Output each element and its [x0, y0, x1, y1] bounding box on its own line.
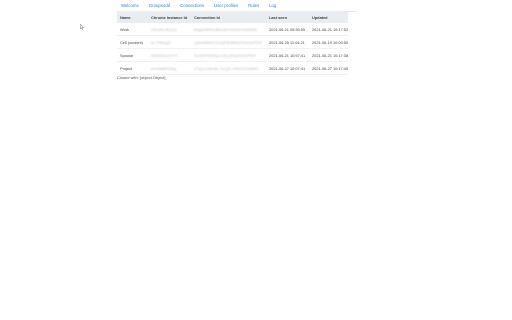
chrome-instance-id: 90SRSbxGYFi [148, 48, 191, 62]
table-header-row: Name Chrome Instance Id Connection Id La… [117, 11, 348, 23]
user-profiles-table: Name Chrome Instance Id Connection Id La… [117, 11, 348, 75]
last-seen: 2021-06-27 10:07:41 [266, 61, 309, 75]
last-seen: 2021-06-21 10:57:41 [266, 48, 309, 62]
header-chrome-instance-id: Chrome Instance Id [148, 11, 191, 23]
profile-name: Cell (ocolent) [117, 35, 148, 49]
last-seen: 2021-06-21 09:39:55 [266, 23, 309, 36]
tab-user-profiles[interactable]: User profiles [209, 0, 243, 8]
tab-rules[interactable]: Rules [243, 0, 264, 8]
last-seen: 2021-06-25 11:04:21 [266, 35, 309, 49]
profile-name: Project [117, 61, 148, 75]
tab-connections[interactable]: Connections [175, 0, 209, 8]
mouse-cursor-icon [80, 24, 84, 30]
header-connection-id: Connection Id [191, 11, 266, 23]
profile-name: Spouse [117, 48, 148, 62]
tab-welcome[interactable]: Welcome [116, 0, 144, 8]
table-row[interactable]: Spouse 90SRSbxGYFi SoZNFNM0qvJ-btLaRq2wG… [117, 48, 348, 62]
profile-name: Work [117, 23, 148, 36]
chrome-instance-id: hRxeN-nKeUx [148, 23, 191, 36]
connection-id: b6gaZ8RKcBkuqXrH3wi2mNkWdS [191, 23, 266, 36]
table-row[interactable]: Work hRxeN-nKeUx b6gaZ8RKcBkuqXrH3wi2mNk… [117, 23, 348, 36]
updated: 2021-06-19 10:03:50 [309, 35, 348, 49]
chrome-instance-id: vL7FBbgZf [148, 35, 191, 49]
chrome-instance-id: kH3N6R0G5g [148, 61, 191, 75]
header-name: Name [117, 11, 148, 23]
table-row[interactable]: Project kH3N6R0G5g x7dj1UmD4kL-9nQK-rtWx… [117, 61, 348, 75]
header-last-seen: Last seen [266, 11, 309, 23]
tab-groups[interactable]: Groupsodd [144, 0, 175, 8]
updated: 2021-06-27 10:17:45 [309, 61, 348, 75]
tab-log[interactable]: Log [264, 0, 281, 8]
connection-status-text: Closed with: [object Object] [117, 75, 166, 80]
updated: 2021-06-21 10:17:52 [309, 23, 348, 36]
table-row[interactable]: Cell (ocolent) vL7FBbgZf qaNaMW4CDsQF9H8… [117, 35, 348, 49]
connection-id: qaNaMW4CDsQF9H8NhO2wGHPKR [191, 35, 266, 49]
updated: 2021-06-21 10:17:38 [309, 48, 348, 62]
connection-id: x7dj1UmD4kL-9nQK-rtWxEZ4e8NH [191, 61, 266, 75]
header-updated: Updated [309, 11, 348, 23]
connection-id: SoZNFNM0qvJ-btLaRq2wGHPKR [191, 48, 266, 62]
